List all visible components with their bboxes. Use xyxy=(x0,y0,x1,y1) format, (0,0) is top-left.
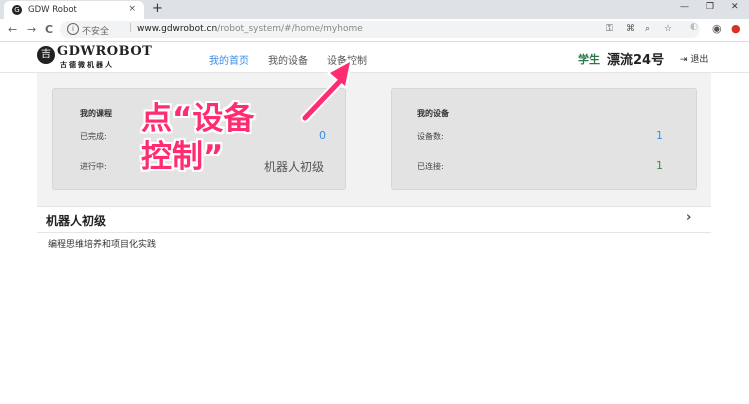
zoom-icon[interactable]: ⌕ xyxy=(645,24,650,34)
bookmark-star-icon[interactable]: ☆ xyxy=(664,24,672,34)
url-path: /robot_system/#/home/myhome xyxy=(217,24,363,34)
address-bar[interactable]: i 不安全 | www.gdwrobot.cn/robot_system/#/h… xyxy=(60,21,700,38)
insecure-label: 不安全 xyxy=(82,27,110,37)
logo-subtitle: 古德微机器人 xyxy=(60,61,114,69)
username: 漂流24号 xyxy=(607,53,665,68)
user-role: 学生 xyxy=(578,53,600,66)
annotation-line-1: 点“设备 xyxy=(141,101,255,137)
browser-tab[interactable]: G GDW Robot × xyxy=(4,1,144,19)
menu-device-control[interactable]: 设备控制 xyxy=(327,52,367,67)
connected-value[interactable]: 1 xyxy=(656,159,663,172)
completed-label: 已完成: xyxy=(80,132,107,141)
forward-button[interactable]: → xyxy=(27,23,36,36)
maximize-window-button[interactable]: ❐ xyxy=(706,2,714,12)
profile-icon[interactable]: ◉ xyxy=(712,22,722,35)
course-section-title[interactable]: 机器人初级 xyxy=(46,212,106,229)
device-count-label: 设备数: xyxy=(417,132,444,141)
key-icon[interactable]: ⚿ xyxy=(606,24,613,34)
close-window-button[interactable]: ✕ xyxy=(731,2,739,12)
device-count-value[interactable]: 1 xyxy=(656,129,663,142)
logo-emblem-icon: 吉 xyxy=(37,46,55,64)
menu-my-devices[interactable]: 我的设备 xyxy=(268,52,308,67)
in-progress-label: 进行中: xyxy=(80,162,107,171)
tab-title: GDW Robot xyxy=(28,5,77,15)
site-favicon-icon: G xyxy=(12,5,22,15)
logo-text[interactable]: GDWROBOT xyxy=(57,44,152,59)
extension-icon[interactable]: ◐ xyxy=(690,22,698,32)
info-icon[interactable]: i xyxy=(67,23,79,35)
logout-label: 退出 xyxy=(690,55,709,65)
translate-icon[interactable]: ⌘ xyxy=(626,24,635,34)
section-divider xyxy=(37,232,711,233)
devices-card-title: 我的设备 xyxy=(417,109,449,118)
url-text[interactable]: www.gdwrobot.cn/robot_system/#/home/myho… xyxy=(137,24,363,34)
logout-icon: ⇥ xyxy=(680,55,688,65)
browser-tab-bar: G GDW Robot × + — ❐ ✕ xyxy=(0,0,749,19)
annotation-callout: 点“设备 控制” xyxy=(141,100,254,176)
minimize-window-button[interactable]: — xyxy=(680,2,689,12)
address-separator: | xyxy=(129,23,133,33)
menu-home[interactable]: 我的首页 xyxy=(209,52,249,67)
browser-toolbar: ← → C i 不安全 | www.gdwrobot.cn/robot_syst… xyxy=(0,19,749,42)
reload-button[interactable]: C xyxy=(45,23,53,36)
chevron-right-icon[interactable]: › xyxy=(686,210,691,225)
annotation-line-2: 控制” xyxy=(141,139,224,175)
in-progress-course[interactable]: 机器人初级 xyxy=(264,158,324,175)
update-icon[interactable]: ● xyxy=(731,22,741,35)
connected-label: 已连接: xyxy=(417,162,444,171)
course-description: 编程思维培养和项目化实践 xyxy=(48,240,157,250)
url-host: www.gdwrobot.cn xyxy=(137,24,218,34)
logout-button[interactable]: ⇥ 退出 xyxy=(680,52,708,65)
close-tab-icon[interactable]: × xyxy=(128,4,136,14)
course-section xyxy=(37,206,711,404)
back-button[interactable]: ← xyxy=(8,23,17,36)
courses-card-title: 我的课程 xyxy=(80,109,112,118)
new-tab-button[interactable]: + xyxy=(152,1,163,16)
completed-value[interactable]: 0 xyxy=(319,129,326,142)
site-header: 吉 GDWROBOT 古德微机器人 我的首页 我的设备 设备控制 学生 漂流24… xyxy=(0,42,749,73)
